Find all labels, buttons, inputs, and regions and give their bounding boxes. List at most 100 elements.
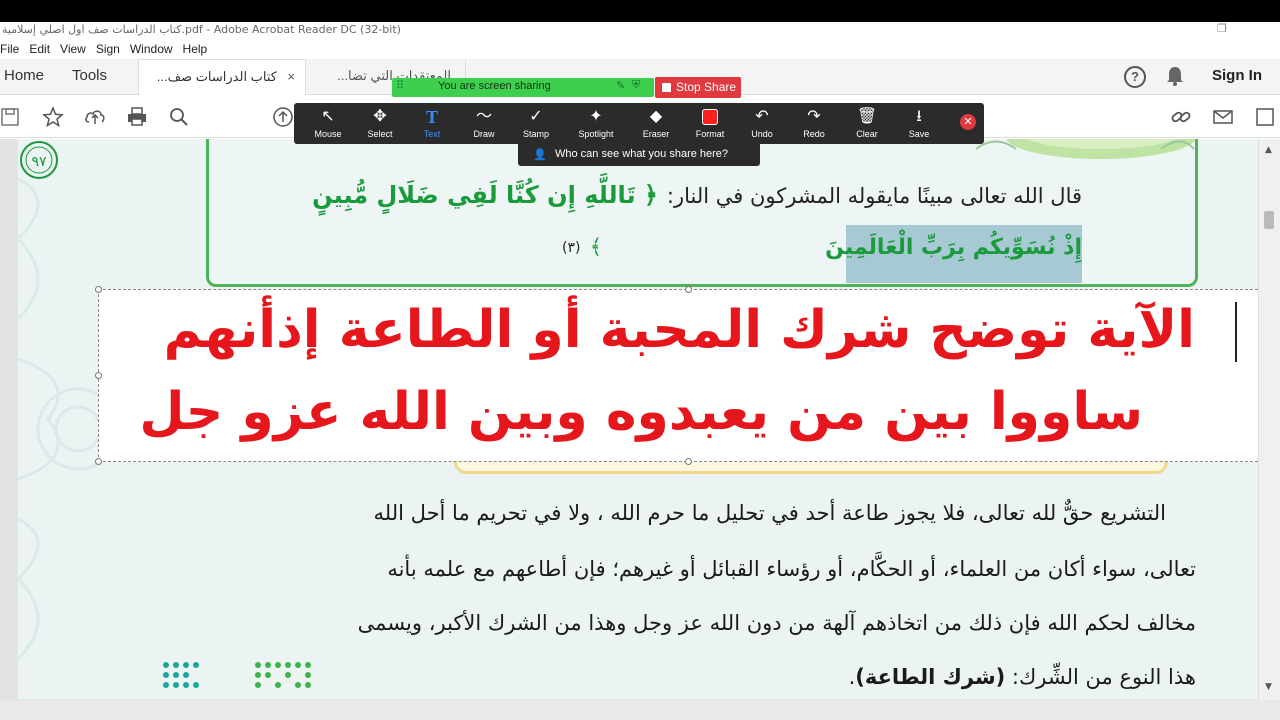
stop-share-label: Stop Share [676,80,737,94]
star-icon[interactable] [42,106,64,128]
annotate-clear-label: Clear [856,129,878,139]
annotate-eraser-button[interactable]: ◆ Eraser [630,103,682,144]
drag-handle-icon[interactable]: ⠿ [396,79,404,92]
bottom-strip [0,700,1280,720]
mail-icon[interactable] [1212,106,1234,128]
restore-icon[interactable]: ❐ [1217,22,1229,36]
resize-handle-t[interactable] [685,286,692,293]
save-download-icon: ⭳ [916,108,922,125]
annotate-save-label: Save [908,129,930,139]
people-icon: 👤 [533,149,547,161]
frame-ornament [975,139,1196,159]
annotate-spotlight-button[interactable]: ✦ Spotlight [570,103,622,144]
menu-edit[interactable]: Edit [24,39,55,59]
annotate-stamp-label: Stamp [522,129,549,139]
mouse-pointer-icon: ↖ [321,108,335,125]
zoom-search-icon[interactable] [168,106,190,128]
annotate-redo-label: Redo [803,129,825,139]
annotate-format-label: Format [695,129,725,139]
help-icon[interactable]: ? [1124,66,1146,88]
close-annotation-icon[interactable]: ✕ [960,114,976,130]
annotate-stamp-button[interactable]: ✓ Stamp [510,103,562,144]
paragraph-line-1: التشريع حقٌّ لله تعالى، فلا يجوز طاعة أح… [373,501,1166,525]
pdf-page: قال الله تعالى مبينًا مايقوله المشركون ف… [18,139,1258,699]
annotate-select-button[interactable]: ✥ Select [354,103,406,144]
annotate-eraser-label: Eraser [642,129,670,139]
annotate-undo-label: Undo [751,129,773,139]
shield-icon: ⛨ [632,79,641,91]
menu-help[interactable]: Help [178,39,213,59]
sign-in-link[interactable]: Sign In [1212,59,1262,95]
annotate-clear-button[interactable]: 🗑 Clear [841,103,893,144]
more-tools-icon[interactable] [1254,106,1276,128]
scroll-thumb[interactable] [1264,211,1274,229]
ministry-logo-icon [163,662,311,688]
text-annotation-box[interactable]: الآية توضح شرك المحبة أو الطاعة إذأنهم س… [95,286,1258,465]
close-tab-icon[interactable]: × [287,60,295,94]
document-viewport[interactable]: قال الله تعالى مبينًا مايقوله المشركون ف… [0,139,1280,720]
annotate-format-button[interactable]: Format [684,103,736,144]
annotate-draw-label: Draw [473,129,495,139]
bell-icon[interactable] [1165,65,1185,87]
link-icon[interactable] [1170,106,1192,128]
annotation-line-2[interactable]: ساووا بين من يعبدوه وبين الله عزو جل [139,374,1143,450]
resize-handle-b[interactable] [685,458,692,465]
verse-line-1: ﴿ تَاللَّهِ إِن كُنَّا لَفِي ضَلَالٍ مُّ… [312,181,658,209]
stop-icon [662,83,671,92]
scroll-up-arrow-icon[interactable]: ▲ [1265,145,1272,155]
who-can-see-text: Who can see what you share here? [555,148,729,160]
annotate-draw-button[interactable]: 〜 Draw [458,103,510,144]
window-title: كتاب الدراسات صف اول اصلي إسلامية.pdf - … [2,23,401,36]
checkmark-stamp-icon: ✓ [529,108,543,125]
tab-tools[interactable]: Tools [72,59,107,95]
paragraph-line-4: هذا النوع من الشِّرك: (شرك الطاعة). [849,665,1196,689]
annotation-line-1[interactable]: الآية توضح شرك المحبة أو الطاعة إذأنهم [164,292,1195,368]
verse-intro-text: قال الله تعالى مبينًا مايقوله المشركون ف… [666,184,1082,208]
scroll-down-arrow-icon[interactable]: ▼ [1265,682,1272,692]
share-banner-text: You are screen sharing [438,80,551,92]
annotate-undo-button[interactable]: ↶ Undo [736,103,788,144]
annotate-mouse-button[interactable]: ↖ Mouse [302,103,354,144]
annotate-text-button[interactable]: T Text [406,103,458,144]
spotlight-wand-icon: ✦ [589,108,603,125]
menu-window[interactable]: Window [125,39,178,59]
text-caret [1235,302,1237,362]
who-can-see-bar[interactable]: 👤 Who can see what you share here? [518,144,760,166]
text-tool-icon: T [425,107,438,127]
verse-end-bracket: ﴾ [589,235,602,259]
eraser-icon: ◆ [649,108,663,125]
menu-file[interactable]: File [0,39,24,59]
title-bar: كتاب الدراسات صف اول اصلي إسلامية.pdf - … [0,0,1280,38]
pin-icon[interactable]: ✎ [616,79,625,92]
tab-home[interactable]: Home [4,59,44,95]
footnote-marker: (٣) [562,240,581,256]
screen-share-banner[interactable]: ⠿ You are screen sharing ✎ ⛨ [392,78,654,97]
annotate-save-button[interactable]: ⭳ Save [893,103,945,144]
save-icon[interactable] [0,106,22,128]
annotation-toolbar: ↖ Mouse ✥ Select T Text 〜 Draw ✓ Stamp ✦ Spotl… [294,103,984,144]
annotate-spotlight-label: Spotlight [578,129,614,139]
verse-line-2: إِذْ نُسَوِّيكُم بِرَبِّ الْعَالَمِينَ [825,235,1082,260]
resize-handle-tl[interactable] [95,286,102,293]
undo-icon: ↶ [755,108,769,125]
paragraph-line-4-text: هذا النوع من الشِّرك: [1005,665,1196,689]
annotate-text-label: Text [423,129,441,139]
scroll-up-circle-icon[interactable] [272,106,294,128]
vertical-scrollbar[interactable]: ▲ ▼ [1258,139,1280,720]
move-select-icon: ✥ [373,108,387,125]
annotate-select-label: Select [367,129,393,139]
annotate-redo-button[interactable]: ↷ Redo [788,103,840,144]
menu-view[interactable]: View [55,39,91,59]
resize-handle-l[interactable] [95,372,102,379]
paragraph-line-3: مخالف لحكم الله فإن ذلك من اتخاذهم آلهة … [357,611,1196,635]
upload-cloud-icon[interactable] [84,106,106,128]
shirk-taa-term: (شرك الطاعة) [855,665,1006,689]
stop-share-button[interactable]: Stop Share [655,77,741,98]
menu-bar: File Edit View Sign Window Help [0,39,1280,59]
tab-document-label: كتاب الدراسات صف... [156,69,277,84]
tab-document-active[interactable]: كتاب الدراسات صف... × [138,59,306,95]
annotate-mouse-label: Mouse [314,129,342,139]
menu-sign[interactable]: Sign [91,39,125,59]
print-icon[interactable] [126,106,148,128]
resize-handle-bl[interactable] [95,458,102,465]
